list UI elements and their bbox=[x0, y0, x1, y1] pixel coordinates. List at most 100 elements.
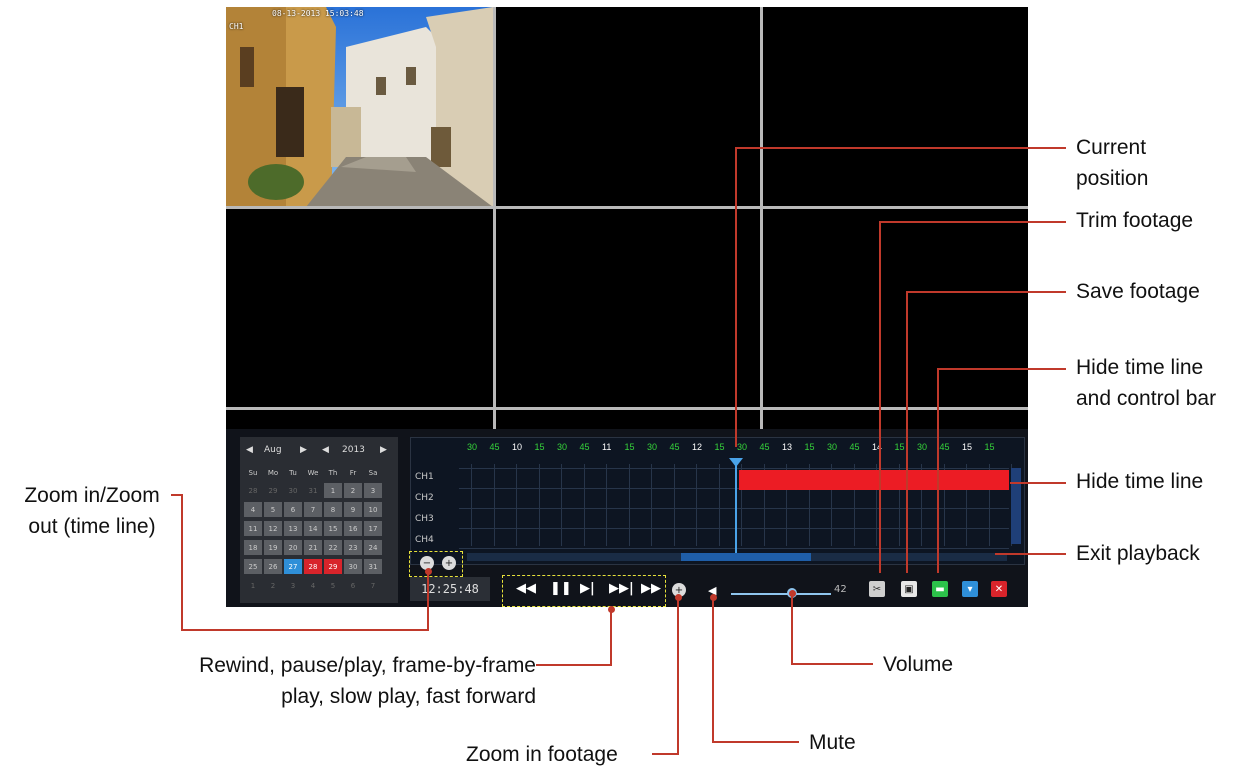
calendar-day[interactable]: 31 bbox=[304, 483, 322, 498]
calendar-day[interactable]: 31 bbox=[364, 559, 382, 574]
timeline-gridline bbox=[516, 464, 517, 546]
frame-by-frame-icon[interactable]: ▶| bbox=[580, 581, 595, 596]
timeline-tick-label: 45 bbox=[849, 442, 860, 452]
callout-line bbox=[181, 629, 429, 631]
zoom-in-timeline-icon[interactable]: + bbox=[442, 556, 456, 570]
video-cell-3[interactable] bbox=[763, 7, 1028, 206]
calendar-day[interactable]: 30 bbox=[344, 559, 362, 574]
video-cell-5[interactable] bbox=[496, 209, 760, 407]
volume-slider[interactable] bbox=[731, 593, 831, 595]
current-position-marker-icon[interactable] bbox=[729, 458, 743, 467]
grid-divider bbox=[226, 206, 1028, 209]
timeline-gridline bbox=[606, 464, 607, 546]
timeline[interactable]: 30 45 10 15 30 45 11 15 30 45 12 15 30 45 13 15 30 45 14 15… bbox=[410, 437, 1025, 565]
calendar-day[interactable]: 16 bbox=[344, 521, 362, 536]
timeline-gridline bbox=[459, 528, 1009, 529]
trim-footage-icon[interactable]: ✂ bbox=[869, 581, 885, 597]
calendar-day[interactable]: 7 bbox=[304, 502, 322, 517]
calendar-day[interactable]: 6 bbox=[284, 502, 302, 517]
calendar-weekday: Sa bbox=[368, 468, 378, 477]
callout-line bbox=[879, 221, 1066, 223]
next-month-icon[interactable]: ▶ bbox=[300, 445, 307, 455]
calendar-day[interactable]: 5 bbox=[324, 578, 342, 593]
callout-line bbox=[906, 291, 1066, 293]
osd-channel: CH1 bbox=[229, 22, 244, 31]
prev-year-icon[interactable]: ◀ bbox=[322, 445, 329, 455]
label-current-position: Current position bbox=[1076, 132, 1148, 194]
calendar-day[interactable]: 22 bbox=[324, 540, 342, 555]
label-line: Rewind, pause/play, frame-by-frame bbox=[199, 654, 536, 677]
calendar: ◀ Aug ▶ ◀ 2013 ▶ Su Mo Tu We Th Fr Sa 28 29 30 31… bbox=[240, 437, 398, 603]
calendar-weekday: Fr bbox=[349, 468, 357, 477]
prev-month-icon[interactable]: ◀ bbox=[246, 445, 253, 455]
calendar-day[interactable]: 29 bbox=[264, 483, 282, 498]
callout-line bbox=[879, 221, 881, 573]
calendar-day[interactable]: 12 bbox=[264, 521, 282, 536]
calendar-day[interactable]: 28 bbox=[304, 559, 322, 574]
save-footage-icon[interactable]: ▣ bbox=[901, 581, 917, 597]
next-year-icon[interactable]: ▶ bbox=[380, 445, 387, 455]
callout-line bbox=[536, 664, 612, 666]
calendar-day[interactable]: 3 bbox=[364, 483, 382, 498]
calendar-day[interactable]: 14 bbox=[304, 521, 322, 536]
slow-play-icon[interactable]: ▶▶| bbox=[609, 581, 634, 596]
calendar-day[interactable]: 10 bbox=[364, 502, 382, 517]
calendar-day[interactable]: 4 bbox=[244, 502, 262, 517]
callout-line bbox=[791, 663, 873, 665]
calendar-day[interactable]: 8 bbox=[324, 502, 342, 517]
hide-timeline-icon[interactable]: ▾ bbox=[962, 581, 978, 597]
timeline-gridline bbox=[471, 464, 472, 546]
calendar-week-row: 11 12 13 14 15 16 17 bbox=[244, 521, 382, 536]
calendar-day[interactable]: 6 bbox=[344, 578, 362, 593]
calendar-day[interactable]: 29 bbox=[324, 559, 342, 574]
calendar-day[interactable]: 28 bbox=[244, 483, 262, 498]
calendar-day[interactable]: 11 bbox=[244, 521, 262, 536]
fast-forward-icon[interactable]: ▶▶ bbox=[641, 581, 661, 596]
channel-label: CH1 bbox=[415, 472, 434, 482]
calendar-day[interactable]: 24 bbox=[364, 540, 382, 555]
calendar-day[interactable]: 1 bbox=[244, 578, 262, 593]
callout-dot bbox=[425, 568, 432, 575]
calendar-day[interactable]: 19 bbox=[264, 540, 282, 555]
calendar-day[interactable]: 23 bbox=[344, 540, 362, 555]
timeline-scroll-thumb[interactable] bbox=[681, 553, 811, 561]
calendar-day[interactable]: 15 bbox=[324, 521, 342, 536]
rewind-icon[interactable]: ◀◀ bbox=[516, 581, 536, 596]
camera-feed-ch1[interactable]: 08-13-2013 15:03:48 CH1 bbox=[226, 7, 493, 207]
calendar-day[interactable]: 18 bbox=[244, 540, 262, 555]
timeline-gridline bbox=[493, 464, 495, 546]
calendar-day[interactable]: 27 bbox=[284, 559, 302, 574]
calendar-day[interactable]: 5 bbox=[264, 502, 282, 517]
label-mute: Mute bbox=[809, 731, 856, 754]
timeline-tick-label: 30 bbox=[827, 442, 838, 452]
calendar-day[interactable]: 2 bbox=[264, 578, 282, 593]
video-cell-6[interactable] bbox=[763, 209, 1028, 407]
calendar-day[interactable]: 30 bbox=[284, 483, 302, 498]
callout-line bbox=[712, 741, 799, 743]
channel-scrollbar[interactable] bbox=[1011, 468, 1021, 544]
calendar-day[interactable]: 20 bbox=[284, 540, 302, 555]
callout-line bbox=[735, 147, 1066, 149]
calendar-day[interactable]: 26 bbox=[264, 559, 282, 574]
exit-playback-icon[interactable]: ✕ bbox=[991, 581, 1007, 597]
volume-value: 42 bbox=[834, 584, 847, 595]
calendar-day[interactable]: 1 bbox=[324, 483, 342, 498]
label-hide-timeline-control-bar: Hide time line and control bar bbox=[1076, 352, 1216, 414]
calendar-day[interactable]: 4 bbox=[304, 578, 322, 593]
video-cell-4[interactable] bbox=[226, 209, 493, 407]
current-position-cursor[interactable] bbox=[735, 460, 737, 556]
video-cell-2[interactable] bbox=[496, 7, 760, 206]
calendar-day[interactable]: 3 bbox=[284, 578, 302, 593]
calendar-weekday-row: Su Mo Tu We Th Fr Sa bbox=[244, 465, 382, 480]
calendar-day[interactable]: 21 bbox=[304, 540, 322, 555]
calendar-day[interactable]: 2 bbox=[344, 483, 362, 498]
calendar-day[interactable]: 17 bbox=[364, 521, 382, 536]
calendar-day[interactable]: 13 bbox=[284, 521, 302, 536]
calendar-day[interactable]: 7 bbox=[364, 578, 382, 593]
current-time-display: 12:25:48 bbox=[410, 577, 490, 601]
calendar-day[interactable]: 25 bbox=[244, 559, 262, 574]
calendar-day[interactable]: 9 bbox=[344, 502, 362, 517]
pause-icon[interactable]: ❚❚ bbox=[550, 581, 572, 596]
timeline-tick-label: 30 bbox=[557, 442, 568, 452]
hide-timeline-and-control-bar-icon[interactable]: ▬ bbox=[932, 581, 948, 597]
